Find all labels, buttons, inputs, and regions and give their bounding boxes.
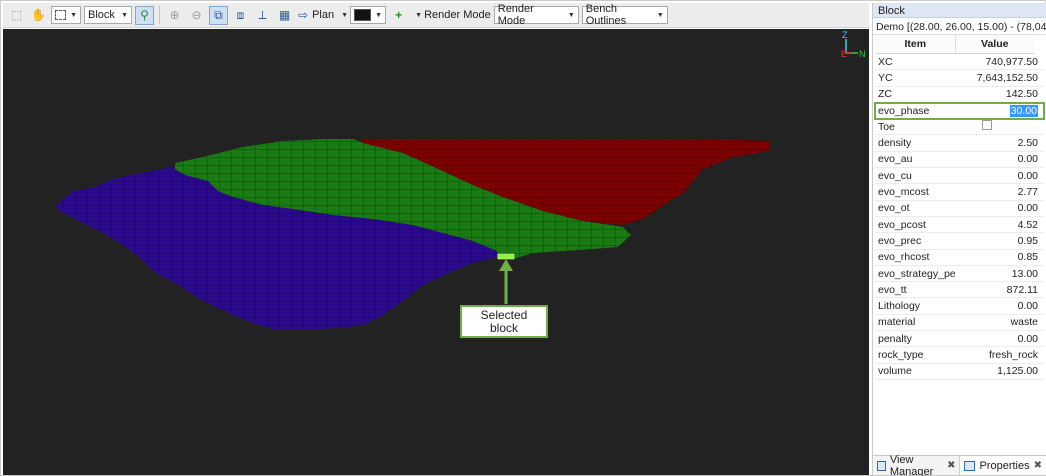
property-row-volume[interactable]: volume 1,125.00 — [875, 364, 1044, 380]
property-row-toe[interactable]: Toe — [875, 119, 1044, 136]
plan-view-label[interactable]: Plan — [312, 9, 334, 21]
property-row-evo-prec[interactable]: evo_prec 0.95 — [875, 233, 1044, 250]
properties-rows: XC 740,977.50 YC 7,643,152.50 ZC 142.50 evo… — [874, 54, 1045, 380]
color-picker[interactable]: ▼ — [350, 6, 387, 24]
property-row-rock-type[interactable]: rock_type fresh_rock — [875, 347, 1044, 364]
view-manager-icon — [877, 460, 886, 471]
close-icon[interactable]: ✖ — [947, 460, 955, 471]
axes-icon[interactable]: ⟂ — [253, 6, 272, 25]
add-dropdown-arrow[interactable]: ▼ — [411, 6, 422, 24]
property-row-evo-rhcost[interactable]: evo_rhcost 0.85 — [875, 250, 1044, 266]
axis-z-label: Z — [842, 30, 848, 40]
property-row-lithology[interactable]: Lithology 0.00 — [875, 298, 1044, 315]
callout-arrowhead — [499, 259, 513, 271]
close-icon[interactable]: ✖ — [1034, 460, 1042, 471]
property-row-evo-tt[interactable]: evo_tt 872.11 — [875, 282, 1044, 299]
block-model-canvas[interactable]: Z E N — [3, 29, 869, 475]
zoom-in-icon[interactable]: ⊕ — [165, 6, 184, 25]
property-row-evo-mcost[interactable]: evo_mcost 2.77 — [875, 184, 1044, 201]
select-arrow-icon[interactable]: ⬚ — [7, 6, 26, 25]
render-mode-select[interactable]: Render Mode ▼ — [493, 3, 579, 27]
property-row-evo-ot[interactable]: evo_ot 0.00 — [875, 201, 1044, 217]
copy-view-icon[interactable]: ⧈ — [231, 6, 250, 25]
axis-n-label: N — [859, 49, 866, 59]
property-row-evo-phase[interactable]: evo_phase 30.00 — [874, 101, 1045, 121]
properties-grid-header: Item Value — [876, 35, 1034, 54]
selected-block[interactable] — [497, 253, 515, 260]
toolbar-separator — [159, 6, 160, 24]
block-model-viewport[interactable]: Z E N — [3, 29, 869, 475]
tab-properties[interactable]: Properties ✖ — [960, 456, 1046, 475]
axis-e-label: E — [841, 49, 847, 59]
property-row-xc[interactable]: XC 740,977.50 — [875, 54, 1044, 71]
callout-line-2: block — [489, 320, 518, 335]
toe-checkbox[interactable] — [981, 120, 992, 131]
pin-icon[interactable]: ⚲ — [135, 5, 154, 25]
grid-icon[interactable]: ▦ — [275, 6, 294, 25]
viewport-toolbar: ⬚ ✋ ▼ Block ▼ ⚲ ⊕ ⊖ ⧉ ⧈ ⟂ ▦ ⇨ Plan ▼ ▼ + … — [3, 3, 869, 28]
tab-view-manager[interactable]: View Manager ✖ — [873, 454, 961, 476]
property-row-density[interactable]: density 2.50 — [875, 135, 1044, 152]
column-header-value[interactable]: Value — [954, 35, 1035, 53]
property-row-penalty[interactable]: penalty 0.00 — [875, 331, 1044, 348]
property-row-evo-au[interactable]: evo_au 0.00 — [875, 152, 1044, 169]
panel-tabs: View Manager ✖ Properties ✖ — [873, 454, 1046, 476]
properties-panel: Block Demo [(28.00, 26.00, 15.00) - (78,… — [872, 3, 1046, 476]
add-icon[interactable]: + — [389, 6, 408, 25]
selection-mode-dropdown[interactable]: ▼ — [51, 6, 81, 24]
property-row-yc[interactable]: YC 7,643,152.50 — [875, 70, 1044, 87]
pan-hand-icon[interactable]: ✋ — [29, 6, 48, 25]
callout-line-1: Selected — [480, 307, 528, 322]
property-row-zc[interactable]: ZC 142.50 — [875, 87, 1044, 103]
evo-phase-value-input[interactable]: 30.00 — [1009, 104, 1038, 117]
block-type-select[interactable]: Block ▼ — [84, 6, 132, 24]
zoom-out-icon[interactable]: ⊖ — [187, 6, 206, 25]
selected-block-callout: Selected block — [460, 305, 548, 338]
property-row-evo-pcost[interactable]: evo_pcost 4.52 — [875, 217, 1044, 234]
column-header-item[interactable]: Item — [876, 35, 955, 53]
app-window: ⬚ ✋ ▼ Block ▼ ⚲ ⊕ ⊖ ⧉ ⧈ ⟂ ▦ ⇨ Plan ▼ ▼ + … — [0, 0, 1046, 476]
plan-view-dropdown-arrow[interactable]: ▼ — [337, 6, 348, 24]
outline-select[interactable]: Bench Outlines ▼ — [581, 3, 668, 27]
properties-icon — [964, 460, 976, 471]
plan-view-icon[interactable]: ⇨ — [297, 6, 309, 25]
panel-title: Block — [873, 3, 1046, 18]
panel-subtitle: Demo [(28.00, 26.00, 15.00) - (78,047.00… — [873, 18, 1046, 35]
render-mode-label: Render Mode — [424, 9, 491, 21]
property-row-evo-cu[interactable]: evo_cu 0.00 — [875, 168, 1044, 185]
layers-icon[interactable]: ⧉ — [209, 5, 228, 25]
property-row-evo-strategy-period[interactable]: evo_strategy_peri...13.00 — [875, 266, 1044, 283]
property-row-material[interactable]: material waste — [875, 315, 1044, 332]
